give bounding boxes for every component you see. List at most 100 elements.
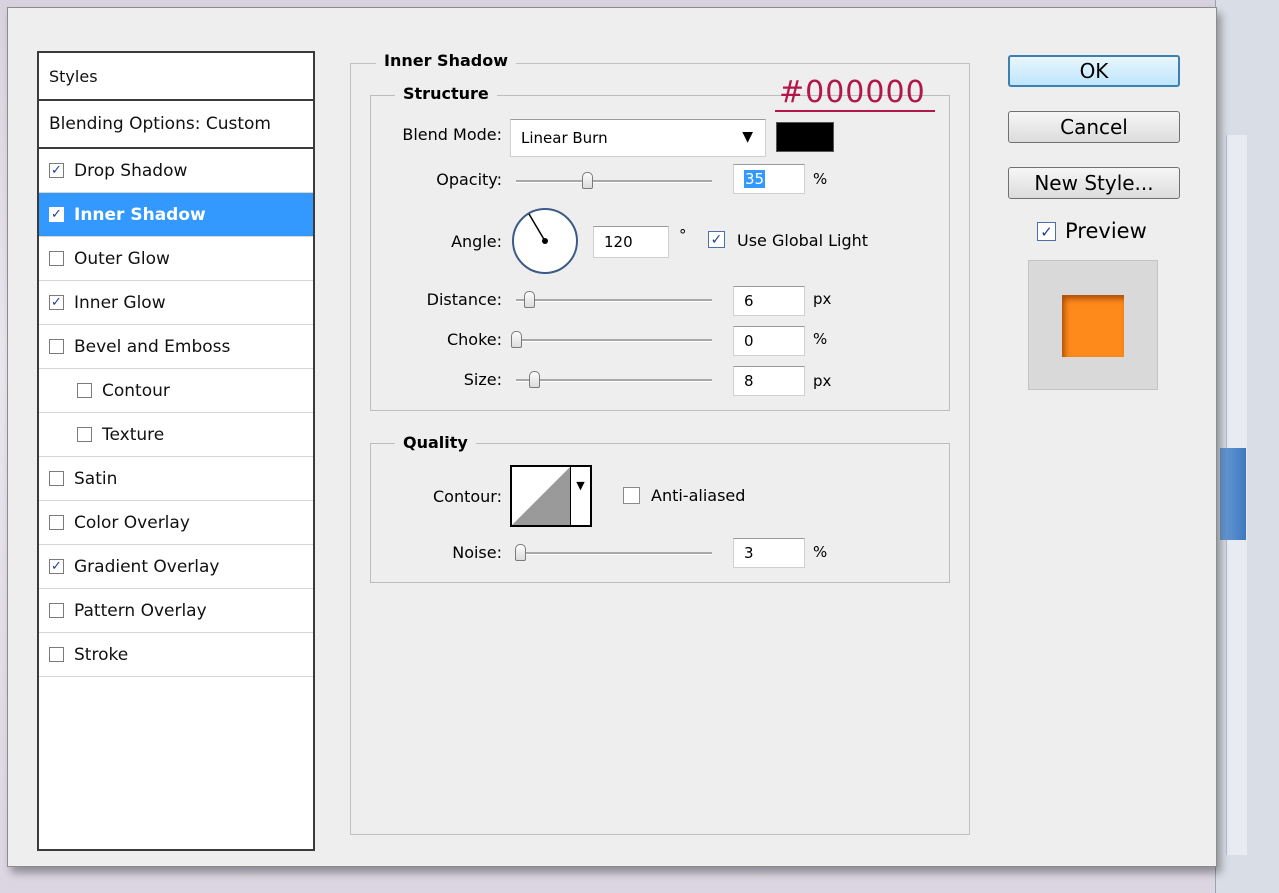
quality-group — [370, 443, 950, 583]
opacity-slider-track[interactable] — [516, 180, 712, 183]
size-input[interactable]: 8 — [733, 366, 805, 396]
distance-slider-track[interactable] — [516, 299, 712, 302]
checkbox[interactable] — [77, 383, 92, 398]
angle-value: 120 — [604, 233, 633, 251]
structure-title: Structure — [395, 84, 497, 103]
shadow-color-swatch[interactable] — [776, 122, 834, 152]
size-label: Size: — [463, 370, 502, 389]
choke-slider-thumb[interactable] — [511, 331, 522, 348]
styles-list: Styles Blending Options: Custom ✓ Drop Sh… — [37, 51, 315, 851]
size-unit: px — [813, 372, 832, 390]
angle-input[interactable]: 120 — [593, 226, 669, 258]
style-item-label: Bevel and Emboss — [74, 336, 231, 357]
choke-value: 0 — [744, 332, 754, 350]
style-item-label: Inner Shadow — [74, 204, 206, 225]
style-item-stroke[interactable]: Stroke — [39, 633, 313, 677]
use-global-light-label: Use Global Light — [737, 231, 869, 250]
new-style-button[interactable]: New Style... — [1008, 167, 1180, 199]
distance-value: 6 — [744, 292, 754, 310]
noise-value: 3 — [744, 544, 754, 562]
ok-button[interactable]: OK — [1008, 55, 1180, 87]
size-slider-track[interactable] — [516, 379, 712, 382]
noise-slider-thumb[interactable] — [515, 544, 526, 561]
size-slider-thumb[interactable] — [529, 371, 540, 388]
preview-swatch — [1062, 295, 1124, 357]
style-item-satin[interactable]: Satin — [39, 457, 313, 501]
style-item-label: Satin — [74, 468, 118, 489]
angle-unit: ° — [679, 226, 687, 244]
checkbox[interactable] — [49, 471, 64, 486]
contour-thumbnail — [512, 467, 570, 525]
noise-input[interactable]: 3 — [733, 538, 805, 568]
quality-title: Quality — [395, 433, 476, 452]
noise-label: Noise: — [452, 543, 502, 562]
style-item-label: Pattern Overlay — [74, 600, 207, 621]
style-item-pattern-overlay[interactable]: Pattern Overlay — [39, 589, 313, 633]
checkbox[interactable] — [49, 251, 64, 266]
opacity-slider-thumb[interactable] — [582, 172, 593, 189]
styles-header[interactable]: Styles — [39, 53, 313, 101]
color-annotation: #000000 — [779, 75, 926, 110]
checkbox[interactable]: ✓ — [49, 163, 64, 178]
style-item-drop-shadow[interactable]: ✓ Drop Shadow — [39, 149, 313, 193]
checkbox[interactable]: ✓ — [49, 559, 64, 574]
opacity-label: Opacity: — [436, 170, 502, 189]
style-item-label: Inner Glow — [74, 292, 166, 313]
checkbox[interactable] — [77, 427, 92, 442]
style-item-bevel-and-emboss[interactable]: Bevel and Emboss — [39, 325, 313, 369]
noise-slider-track[interactable] — [516, 552, 712, 555]
blend-mode-select[interactable]: Linear Burn ▼ — [510, 119, 766, 157]
annotation-underline — [775, 110, 935, 112]
choke-slider-track[interactable] — [516, 339, 712, 342]
opacity-unit: % — [813, 170, 828, 188]
style-item-label: Color Overlay — [74, 512, 190, 533]
anti-aliased-checkbox[interactable] — [623, 487, 640, 504]
angle-dial[interactable] — [508, 206, 582, 276]
cancel-button-label: Cancel — [1060, 115, 1128, 139]
checkbox[interactable] — [49, 603, 64, 618]
ok-button-label: OK — [1079, 59, 1109, 83]
background-selection — [1220, 448, 1246, 540]
contour-dropdown-arrow[interactable]: ▼ — [570, 467, 590, 525]
style-item-color-overlay[interactable]: Color Overlay — [39, 501, 313, 545]
style-item-gradient-overlay[interactable]: ✓ Gradient Overlay — [39, 545, 313, 589]
styles-header-label: Styles — [49, 66, 98, 86]
choke-label: Choke: — [446, 330, 502, 349]
opacity-input[interactable]: 35 — [733, 164, 805, 194]
style-item-texture[interactable]: Texture — [39, 413, 313, 457]
preview-thumbnail — [1028, 260, 1158, 390]
checkbox[interactable] — [49, 647, 64, 662]
style-item-contour[interactable]: Contour — [39, 369, 313, 413]
distance-input[interactable]: 6 — [733, 286, 805, 316]
checkbox[interactable] — [49, 515, 64, 530]
blend-mode-label: Blend Mode: — [402, 125, 502, 144]
angle-label: Angle: — [451, 232, 502, 251]
preview-label: Preview — [1065, 219, 1147, 243]
blending-options-item[interactable]: Blending Options: Custom — [39, 101, 313, 149]
preview-checkbox[interactable]: ✓ — [1037, 222, 1056, 241]
style-item-outer-glow[interactable]: Outer Glow — [39, 237, 313, 281]
use-global-light-checkbox[interactable]: ✓ — [708, 231, 725, 248]
choke-unit: % — [813, 330, 828, 348]
choke-input[interactable]: 0 — [733, 326, 805, 356]
style-item-label: Stroke — [74, 644, 129, 665]
style-item-inner-shadow[interactable]: ✓ Inner Shadow — [39, 193, 313, 237]
anti-aliased-label: Anti-aliased — [651, 486, 746, 505]
distance-label: Distance: — [426, 290, 502, 309]
background-panel — [1215, 0, 1279, 893]
style-item-inner-glow[interactable]: ✓ Inner Glow — [39, 281, 313, 325]
opacity-value: 35 — [744, 170, 766, 188]
panel-title: Inner Shadow — [376, 51, 516, 70]
size-value: 8 — [744, 372, 754, 390]
blending-options-label: Blending Options: Custom — [49, 114, 271, 134]
cancel-button[interactable]: Cancel — [1008, 111, 1180, 143]
checkbox[interactable]: ✓ — [49, 207, 64, 222]
chevron-down-icon: ▼ — [742, 129, 753, 145]
style-item-label: Outer Glow — [74, 248, 170, 269]
checkbox[interactable]: ✓ — [49, 295, 64, 310]
distance-slider-thumb[interactable] — [524, 291, 535, 308]
contour-label: Contour: — [433, 487, 502, 506]
checkbox[interactable] — [49, 339, 64, 354]
contour-picker[interactable]: ▼ — [510, 465, 592, 527]
blend-mode-value: Linear Burn — [521, 129, 608, 147]
